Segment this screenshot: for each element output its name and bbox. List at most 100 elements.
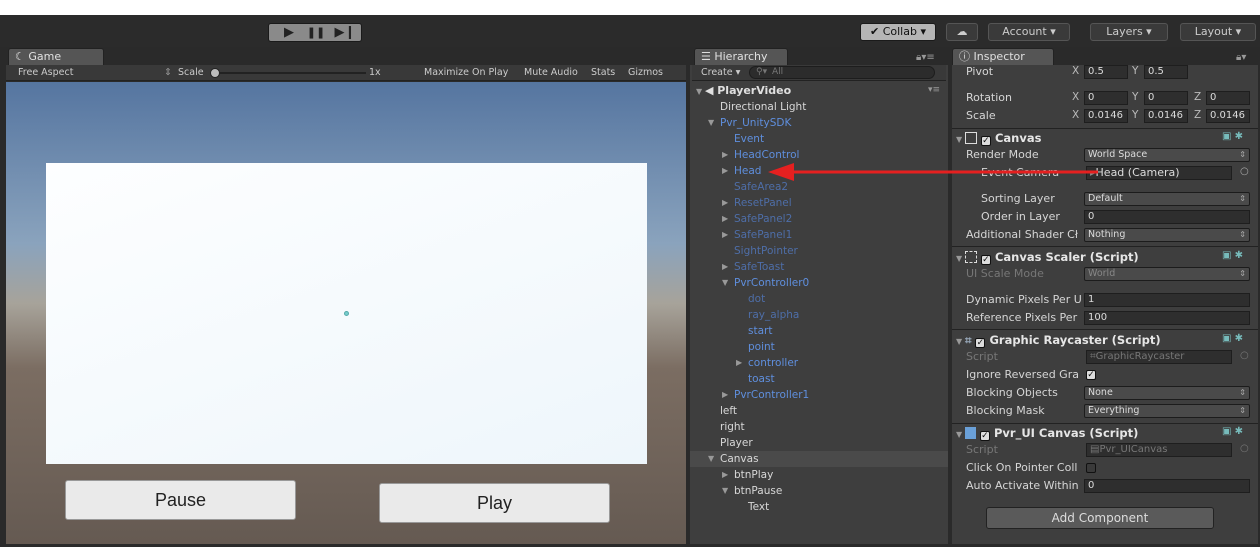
hierarchy-item[interactable]: Event [734,131,764,147]
hierarchy-item[interactable]: Directional Light [720,99,806,115]
pvr-ui-canvas-header[interactable]: ▼ ✓ Pvr_UI Canvas (Script) [952,425,1258,442]
collapse-arrow-icon[interactable]: ▼ [722,275,728,291]
hierarchy-item[interactable]: toast [748,371,775,387]
collapse-arrow-icon[interactable]: ▼ [708,115,714,131]
rotation-x-field[interactable]: 0 [1084,91,1128,105]
click-on-pointer-checkbox[interactable] [1086,463,1096,473]
scale-slider-thumb[interactable] [210,68,220,78]
shader-dropdown[interactable]: Nothing [1084,228,1250,242]
scale-y-field[interactable]: 0.0146 [1144,109,1188,123]
gizmos-dropdown[interactable]: Gizmos [628,65,663,80]
scale-x-field[interactable]: 0.0146 [1084,109,1128,123]
hierarchy-item[interactable]: dot [748,291,765,307]
hierarchy-item[interactable]: ▶ btnPlay [722,467,773,483]
hierarchy-item[interactable]: ▶ ResetPanel [722,195,792,211]
order-field[interactable]: 0 [1084,210,1250,224]
reference-pixels-field[interactable]: 100 [1084,311,1250,325]
rotation-z-field[interactable]: 0 [1206,91,1250,105]
expand-arrow-icon[interactable]: ▶ [722,227,728,243]
canvas-scaler-header[interactable]: ▼ ✓ Canvas Scaler (Script) [952,249,1258,266]
hierarchy-item[interactable]: ▶ SafePanel1 [722,227,792,243]
search-input[interactable]: ⚲▾ All [749,66,935,79]
hierarchy-item[interactable]: ▼ Canvas [708,451,759,467]
cloud-icon[interactable]: ☁ [946,23,978,41]
mute-audio-toggle[interactable]: Mute Audio [524,65,578,80]
help-icon[interactable]: ▣ ✱ [1222,250,1243,261]
hierarchy-item[interactable]: ▶ SafeToast [722,259,784,275]
hierarchy-item[interactable]: ▶ controller [736,355,798,371]
step-icon[interactable]: ▶❙ [331,24,359,41]
tab-game[interactable]: ☾ Game [8,48,104,65]
auto-activate-field[interactable]: 0 [1084,479,1250,493]
hierarchy-item[interactable]: start [748,323,772,339]
graphic-raycaster-header[interactable]: ▼ ⌗ ✓ Graphic Raycaster (Script) [952,332,1258,349]
hierarchy-item[interactable]: ▶ SafePanel2 [722,211,792,227]
help-icon[interactable]: ▣ ✱ [1222,333,1243,344]
expand-arrow-icon[interactable]: ▶ [736,355,742,371]
create-dropdown[interactable]: Create ▾ [701,65,740,80]
lock-icon[interactable]: 🔒︎▾≡ [916,52,935,63]
click-on-pointer-label: Click On Pointer Coll [966,461,1078,474]
sorting-layer-dropdown[interactable]: Default [1084,192,1250,206]
hierarchy-item[interactable]: point [748,339,775,355]
expand-arrow-icon[interactable]: ▶ [722,163,728,179]
expand-arrow-icon[interactable]: ▶ [722,259,728,275]
expand-arrow-icon[interactable]: ▶ [722,467,728,483]
play-button[interactable]: Play [379,483,610,523]
expand-arrow-icon[interactable]: ▶ [722,387,728,403]
blocking-objects-dropdown[interactable]: None [1084,386,1250,400]
help-icon[interactable]: ▣ ✱ [1222,426,1243,437]
hierarchy-item-label: ResetPanel [734,197,792,209]
account-dropdown[interactable]: Account ▾ [988,23,1070,41]
pivot-x-field[interactable]: 0.5 [1084,65,1128,79]
search-icon: ⚲▾ [756,67,768,77]
play-icon[interactable]: ▶ [275,24,303,41]
hierarchy-item[interactable]: ▶ Head [722,163,761,179]
hierarchy-item[interactable]: ▶ PvrController1 [722,387,809,403]
hierarchy-item[interactable]: ▼ btnPause [722,483,782,499]
event-camera-field[interactable]: ▸Head (Camera) [1086,166,1232,180]
maximize-on-play-toggle[interactable]: Maximize On Play [424,65,508,80]
pivot-y-field[interactable]: 0.5 [1144,65,1188,79]
pause-icon[interactable]: ❚❚ [302,24,330,41]
collab-button[interactable]: ✔ Collab ▾ [860,23,936,41]
blocking-mask-dropdown[interactable]: Everything [1084,404,1250,418]
hierarchy-item[interactable]: ▼ Pvr_UnitySDK [708,115,791,131]
collapse-arrow-icon[interactable]: ▼ [708,451,714,467]
canvas-component-header[interactable]: ▼ ✓ Canvas [952,130,1258,147]
raycaster-enabled-checkbox[interactable]: ✓ [975,338,986,348]
hierarchy-item[interactable]: right [720,419,745,435]
hierarchy-item[interactable]: ▼ PvrController0 [722,275,809,291]
aspect-dropdown[interactable]: Free Aspect [18,65,73,80]
scale-slider[interactable] [212,72,366,74]
dynamic-pixels-field[interactable]: 1 [1084,293,1250,307]
scene-menu-icon[interactable]: ▾≡ [928,85,940,95]
pvr-enabled-checkbox[interactable]: ✓ [979,431,990,441]
pause-button[interactable]: Pause [65,480,296,520]
expand-arrow-icon[interactable]: ▶ [722,195,728,211]
ui-scale-dropdown[interactable]: World [1084,267,1250,281]
canvas-enabled-checkbox[interactable]: ✓ [980,136,991,146]
layers-dropdown[interactable]: Layers ▾ [1090,23,1168,41]
stats-toggle[interactable]: Stats [591,65,615,80]
rotation-y-field[interactable]: 0 [1144,91,1188,105]
help-icon[interactable]: ▣ ✱ [1222,131,1243,142]
expand-arrow-icon[interactable]: ▶ [722,147,728,163]
expand-arrow-icon[interactable]: ▶ [722,211,728,227]
add-component-button[interactable]: Add Component [986,507,1214,529]
scale-z-field[interactable]: 0.0146 [1206,109,1250,123]
object-picker-icon[interactable]: ○ [1240,166,1249,177]
render-mode-dropdown[interactable]: World Space [1084,148,1250,162]
scaler-enabled-checkbox[interactable]: ✓ [980,255,991,265]
scene-header[interactable]: ▼ ◀︎ PlayerVideo [696,83,791,99]
collapse-arrow-icon[interactable]: ▼ [722,483,728,499]
layout-dropdown[interactable]: Layout ▾ [1180,23,1256,41]
hierarchy-item[interactable]: left [720,403,737,419]
tab-hierarchy[interactable]: ☰ Hierarchy [694,48,788,65]
ignore-reversed-checkbox[interactable]: ✓ [1086,370,1096,380]
hierarchy-item[interactable]: SightPointer [734,243,798,259]
hierarchy-item[interactable]: ray_alpha [748,307,799,323]
inspector-lock-icon[interactable]: 🔒︎▾ [1236,52,1246,63]
hierarchy-item[interactable]: Text [748,499,769,515]
hierarchy-item[interactable]: Player [720,435,753,451]
